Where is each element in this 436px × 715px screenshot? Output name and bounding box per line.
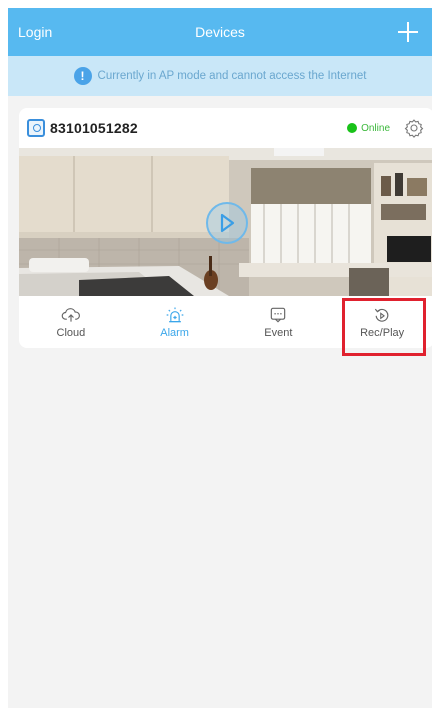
status-label: Online — [361, 122, 390, 134]
login-link[interactable]: Login — [18, 24, 52, 40]
event-button[interactable]: Event — [227, 296, 331, 348]
gear-icon[interactable] — [404, 118, 424, 138]
alarm-siren-icon — [166, 307, 183, 322]
top-bar: Login Devices — [8, 8, 432, 56]
alarm-label: Alarm — [160, 326, 189, 339]
ap-mode-notice: ! Currently in AP mode and cannot access… — [8, 56, 432, 96]
rec-play-label: Rec/Play — [360, 326, 405, 339]
play-button[interactable] — [206, 202, 248, 244]
cloud-upload-icon — [61, 307, 80, 322]
device-action-bar: Cloud Alarm Event Rec/Play — [19, 296, 432, 348]
replay-icon — [375, 308, 389, 322]
notice-text: Currently in AP mode and cannot access t… — [97, 70, 367, 82]
page-title: Devices — [195, 24, 245, 40]
event-label: Event — [264, 326, 293, 339]
device-id: 83101051282 — [50, 120, 138, 136]
alarm-button[interactable]: Alarm — [123, 296, 227, 348]
info-icon: ! — [73, 67, 92, 85]
device-card-header: 83101051282 Online — [19, 108, 432, 148]
cloud-button[interactable]: Cloud — [19, 296, 123, 348]
camera-device-icon — [27, 119, 45, 137]
camera-preview[interactable] — [19, 148, 432, 296]
play-icon — [220, 213, 235, 233]
device-card[interactable]: 83101051282 Online Cloud Alarm Event Rec… — [19, 108, 432, 348]
rec-play-button[interactable]: Rec/Play — [330, 296, 432, 348]
status-dot — [347, 123, 358, 133]
cloud-label: Cloud — [56, 326, 86, 339]
app-screen: Login Devices ! Currently in AP mode and… — [8, 8, 432, 708]
add-device-button[interactable] — [396, 20, 420, 44]
event-message-icon — [271, 307, 286, 322]
status-badge: Online — [347, 123, 390, 134]
